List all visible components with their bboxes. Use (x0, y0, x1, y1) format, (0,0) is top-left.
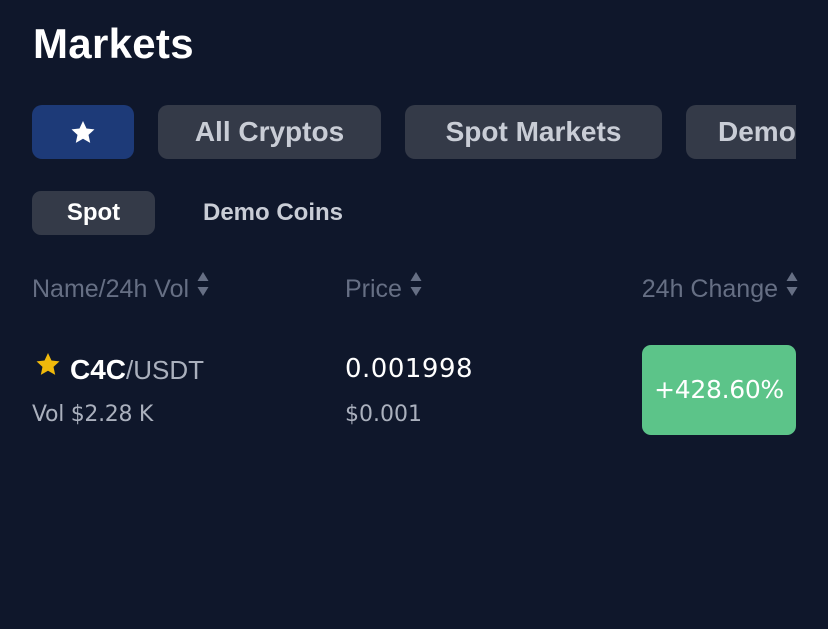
subtab-spot[interactable]: Spot (32, 191, 155, 235)
subtab-demo-coins[interactable]: Demo Coins (203, 191, 343, 235)
last-price: 0.001998 (345, 354, 474, 384)
column-header-change[interactable]: 24h Change (641, 271, 798, 306)
tab-favorites[interactable] (32, 105, 134, 159)
sort-icon (197, 271, 209, 306)
change-badge[interactable]: +428.60% (642, 345, 796, 435)
tab-all-cryptos[interactable]: All Cryptos (158, 105, 381, 159)
star-icon (71, 121, 95, 143)
category-tabs: All Cryptos Spot Markets Demo Coins (0, 105, 796, 159)
page-title: Markets (33, 20, 194, 67)
column-header-name[interactable]: Name/24h Vol (32, 271, 209, 306)
volume-24h: Vol $2.28 K (32, 402, 154, 427)
favorite-star-icon[interactable] (34, 351, 62, 392)
sort-icon (410, 271, 422, 306)
column-header-price[interactable]: Price (345, 271, 422, 306)
quote-asset: /USDT (126, 355, 205, 385)
column-header-change-label: 24h Change (641, 275, 778, 303)
tab-spot-markets[interactable]: Spot Markets (405, 105, 662, 159)
column-header-name-label: Name/24h Vol (32, 275, 190, 303)
base-asset: C4C (70, 354, 127, 385)
tab-demo-coins[interactable]: Demo Coins (686, 105, 796, 159)
sort-icon (786, 271, 798, 306)
market-row[interactable]: C4C/USDT Vol $2.28 K 0.001998 $0.001 +42… (0, 336, 828, 446)
column-header-price-label: Price (345, 275, 402, 303)
price-usd: $0.001 (345, 402, 422, 427)
pair-name: C4C/USDT (34, 352, 204, 388)
